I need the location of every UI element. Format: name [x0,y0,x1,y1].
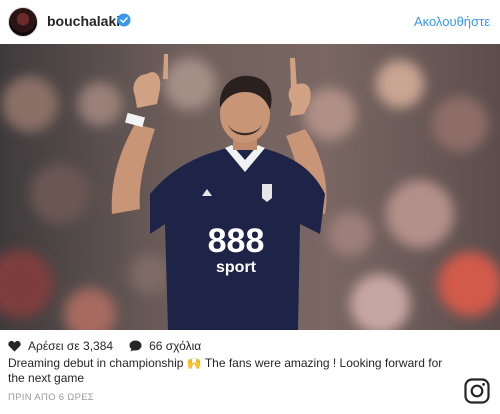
shirt-sponsor-bottom: sport [216,259,257,276]
comments-count[interactable]: 66 σχόλια [149,339,201,353]
verified-badge-icon [117,13,131,27]
post-photo[interactable]: 888 sport [0,44,500,330]
follow-button[interactable]: Ακολουθήστε [414,14,490,29]
shirt-sponsor-top: 888 [208,222,265,260]
post-caption: Dreaming debut in championship 🙌 The fan… [8,356,443,385]
instagram-logo-icon[interactable] [464,378,490,404]
post-timestamp: ΠΡΙΝ ΑΠΟ 6 ΩΡΕΣ [8,392,95,403]
comment-icon[interactable] [129,340,142,352]
post-header: bouchalakis Ακολουθήστε [0,0,500,44]
likes-count[interactable]: Αρέσει σε 3,384 [28,339,113,353]
post-actions: Αρέσει σε 3,384 66 σχόλια [8,336,201,356]
username[interactable]: bouchalakis [47,13,128,29]
heart-icon[interactable] [8,340,21,352]
profile-avatar[interactable] [8,7,38,37]
